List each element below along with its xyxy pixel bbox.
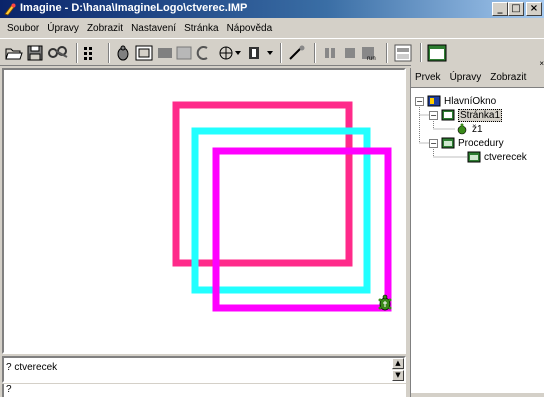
shape-icon[interactable]	[214, 42, 242, 63]
menu-nastaveni[interactable]: Nastavení	[128, 23, 179, 34]
svg-text:run: run	[367, 56, 376, 61]
drawing-canvas[interactable]	[2, 68, 406, 354]
minimize-button[interactable]: _	[492, 2, 508, 16]
menu-stranka[interactable]: Stránka	[181, 23, 221, 34]
panel-menu-zobrazit[interactable]: Zobrazit	[490, 72, 526, 83]
scissors-icon[interactable]	[46, 42, 70, 63]
panel-footer	[411, 393, 544, 397]
open-folder-icon[interactable]	[4, 42, 24, 63]
object-panel: × Prvek Úpravy Zobrazit − HlavníOkno − S…	[410, 59, 544, 397]
window-icon[interactable]	[426, 42, 448, 63]
menu-soubor[interactable]: Soubor	[4, 23, 42, 34]
text-icon[interactable]	[176, 42, 192, 63]
magic-icon[interactable]	[286, 42, 308, 63]
command-input[interactable]: ?	[2, 384, 406, 397]
save-icon[interactable]	[26, 42, 44, 63]
paint-icon[interactable]	[244, 42, 274, 63]
panel-menu-prvek[interactable]: Prvek	[415, 72, 441, 83]
command-history-text: ? ctverecek	[6, 362, 58, 373]
maximize-button[interactable]: □	[508, 2, 524, 16]
net-icon[interactable]	[194, 42, 212, 63]
scroll-down-button[interactable]: ▼	[392, 370, 404, 381]
history-scrollbar[interactable]: ▲ ▼	[392, 358, 404, 381]
panel-close-button[interactable]: ×	[539, 59, 544, 68]
app-icon	[4, 3, 16, 16]
scroll-up-button[interactable]: ▲	[392, 358, 404, 369]
menu-bar: Soubor Úpravy Zobrazit Nastavení Stránka…	[0, 18, 544, 38]
run-icon[interactable]: run	[360, 42, 380, 63]
turtle-icon[interactable]	[114, 42, 132, 63]
button-icon[interactable]	[134, 42, 154, 63]
close-button[interactable]: ×	[526, 2, 542, 16]
panel-menu-upravy[interactable]: Úpravy	[450, 72, 482, 83]
command-prompt: ?	[6, 384, 12, 395]
command-history[interactable]: ? ctverecek ▲ ▼	[2, 356, 406, 383]
menu-upravy[interactable]: Úpravy	[44, 23, 82, 34]
grid-icon[interactable]	[80, 42, 98, 63]
panel-menu: Prvek Úpravy Zobrazit	[411, 68, 544, 88]
menu-zobrazit[interactable]: Zobrazit	[84, 23, 126, 34]
page-icon[interactable]	[392, 42, 414, 63]
tree-lines	[419, 105, 467, 158]
drawing-svg	[172, 101, 392, 312]
stop-icon[interactable]	[342, 42, 358, 63]
square-3	[212, 147, 392, 312]
menu-napoveda[interactable]: Nápověda	[224, 23, 276, 34]
window-title: Imagine - D:\hana\ImagineLogo\ctverec.IM…	[20, 2, 248, 14]
slider-icon[interactable]	[156, 42, 174, 63]
pause-icon[interactable]	[322, 42, 338, 63]
title-bar: Imagine - D:\hana\ImagineLogo\ctverec.IM…	[0, 0, 544, 18]
